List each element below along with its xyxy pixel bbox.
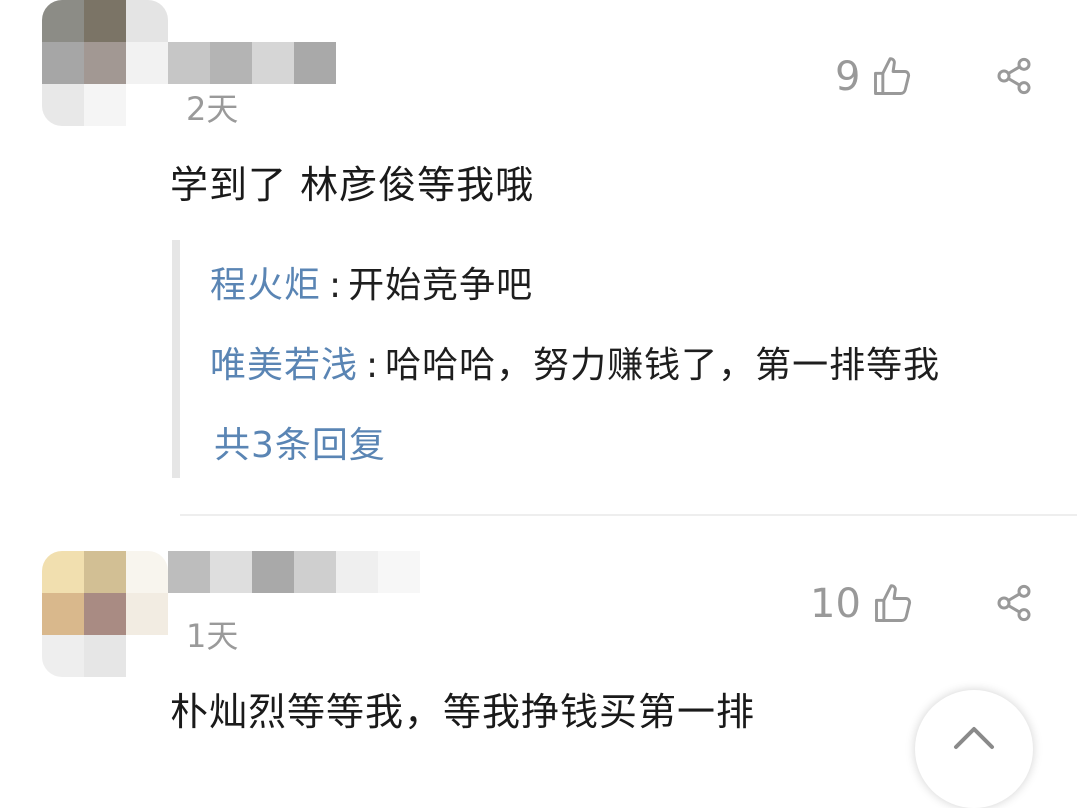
username-tile [378,551,420,593]
username-tile [168,42,210,84]
avatar-tile [126,551,168,593]
avatar-tile [126,0,168,42]
avatar-tile [126,593,168,635]
avatar[interactable] [42,551,168,677]
like-button[interactable]: 10 [810,581,915,627]
username-tile [210,551,252,593]
comment-time: 1天 [186,617,239,655]
like-count: 10 [810,581,861,627]
username-tile [336,551,378,593]
avatar-tile [42,0,84,42]
username-tile [252,551,294,593]
avatar-tile [84,0,126,42]
comment-time: 2天 [186,90,239,128]
share-icon[interactable] [994,56,1034,96]
reply-box: 程火炬: 开始竞争吧 唯美若浅: 哈哈哈，努力赚钱了，第一排等我 共3条回复 [172,240,1060,478]
like-button[interactable]: 9 [835,54,914,100]
like-count: 9 [835,54,861,100]
reply-separator: : [366,345,380,386]
reply-item[interactable]: 唯美若浅: 哈哈哈，努力赚钱了，第一排等我 [210,336,940,388]
reply-text: 开始竞争吧 [348,265,534,306]
avatar-tile [84,593,126,635]
more-replies-link[interactable]: 共3条回复 [214,416,386,468]
avatar-tile [42,593,84,635]
username-tile [294,551,336,593]
reply-author[interactable]: 程火炬 [210,265,321,306]
avatar-tile [84,635,126,677]
avatar[interactable] [42,0,168,126]
reply-author[interactable]: 唯美若浅 [210,345,358,386]
avatar-tile [42,551,84,593]
avatar-tile [42,84,84,126]
username-tile [252,42,294,84]
comment-item: 1天 10 朴灿烈等等我，等我挣钱买第一排 [0,515,1077,744]
avatar-tile [126,84,168,126]
avatar-tile [84,42,126,84]
chevron-up-icon [954,727,994,749]
username[interactable] [168,551,420,593]
avatar-tile [126,42,168,84]
avatar-tile [84,551,126,593]
username-tile [294,42,336,84]
thumbs-up-icon [874,584,911,622]
comment-item: 2天 9 学到了 林彦俊等我哦 程火炬: 开始竞争吧 唯美若浅: 哈哈哈，努力赚钱了… [0,0,1077,515]
reply-separator: : [329,265,343,306]
reply-text: 哈哈哈，努力赚钱了，第一排等我 [385,345,941,386]
avatar-tile [84,84,126,126]
username[interactable] [168,42,336,84]
username-tile [210,42,252,84]
reply-item[interactable]: 程火炬: 开始竞争吧 [210,256,533,308]
scroll-to-top-button[interactable] [915,690,1033,808]
username-tile [168,551,210,593]
thumbs-up-icon [874,57,911,95]
comment-text: 学到了 林彦俊等我哦 [170,163,535,207]
share-icon[interactable] [994,583,1034,623]
avatar-tile [42,635,84,677]
avatar-tile [126,635,168,677]
comment-text: 朴灿烈等等我，等我挣钱买第一排 [170,690,756,734]
avatar-tile [42,42,84,84]
